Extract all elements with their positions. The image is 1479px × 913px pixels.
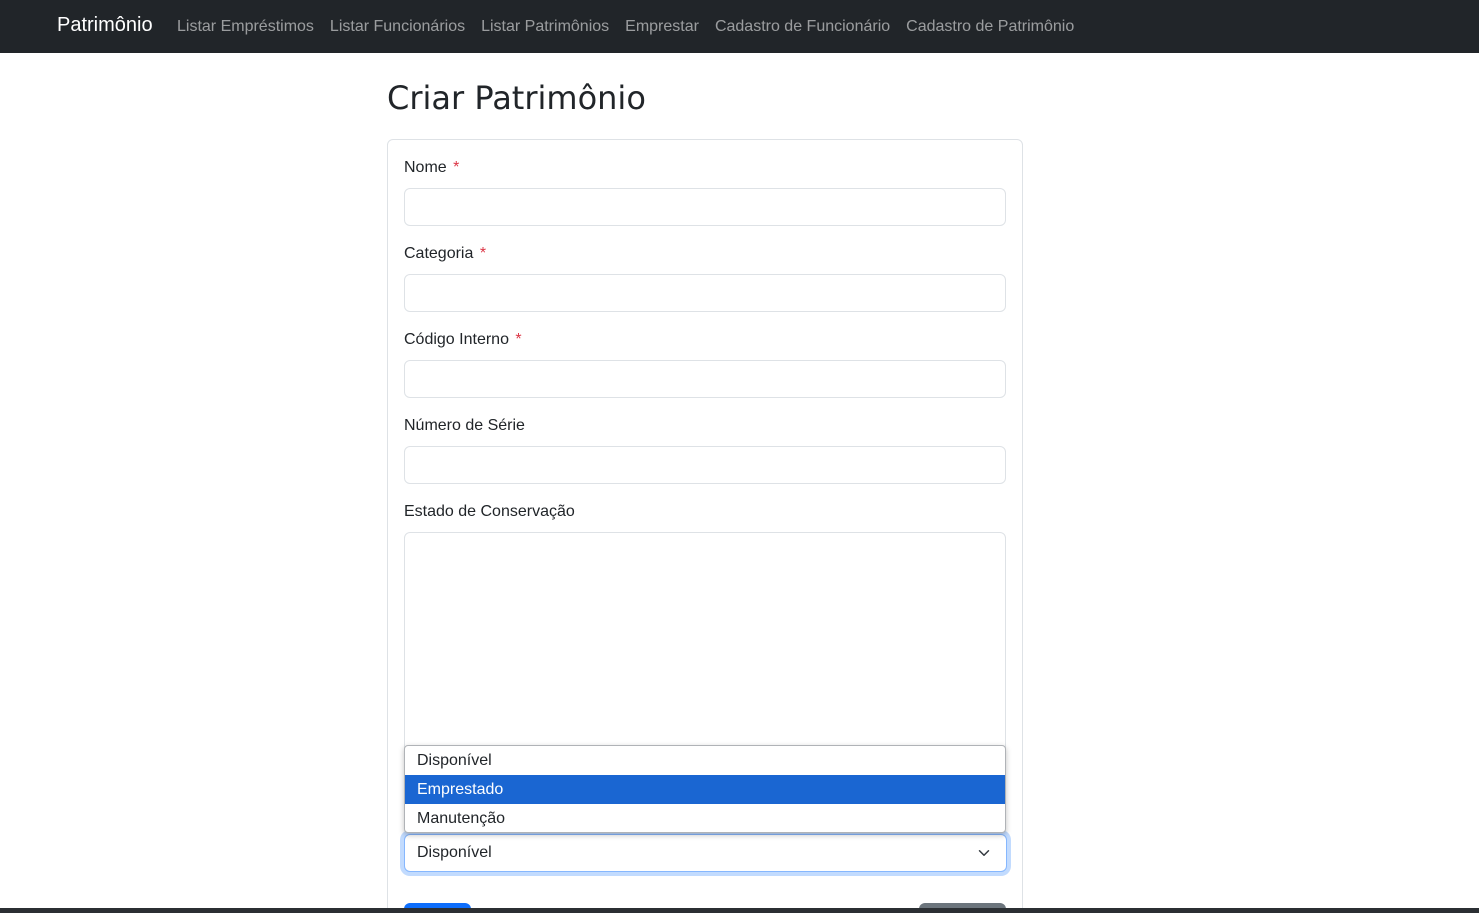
bottom-edge-bar — [0, 908, 1479, 913]
status-option-emprestado[interactable]: Emprestado — [405, 775, 1005, 804]
nome-label: Nome * — [404, 159, 459, 177]
status-option-manutencao[interactable]: Manutenção — [405, 804, 1005, 832]
top-navbar: Patrimônio Listar Empréstimos Listar Fun… — [0, 0, 1479, 53]
codigo-interno-input[interactable] — [404, 360, 1006, 398]
codigo-interno-label-text: Código Interno — [404, 331, 509, 348]
page-title: Criar Patrimônio — [387, 79, 646, 117]
nome-input[interactable] — [404, 188, 1006, 226]
nav-link-cadastro-patrimonio[interactable]: Cadastro de Patrimônio — [898, 18, 1082, 36]
nav-links: Listar Empréstimos Listar Funcionários L… — [169, 0, 1082, 53]
status-select[interactable]: Disponível — [404, 834, 1007, 872]
required-mark: * — [515, 331, 522, 348]
nav-link-listar-emprestimos[interactable]: Listar Empréstimos — [169, 18, 322, 36]
nav-link-emprestar[interactable]: Emprestar — [617, 18, 707, 36]
nome-label-text: Nome — [404, 159, 447, 176]
numero-serie-input[interactable] — [404, 446, 1006, 484]
nav-link-listar-patrimonios[interactable]: Listar Patrimônios — [473, 18, 617, 36]
status-select-value: Disponível — [417, 844, 492, 861]
status-option-disponivel[interactable]: Disponível — [405, 746, 1005, 775]
categoria-input[interactable] — [404, 274, 1006, 312]
required-mark: * — [479, 245, 487, 262]
chevron-down-icon — [978, 850, 990, 856]
numero-serie-label: Número de Série — [404, 417, 525, 434]
nav-link-cadastro-funcionario[interactable]: Cadastro de Funcionário — [707, 18, 898, 36]
status-dropdown-list: Disponível Emprestado Manutenção — [404, 745, 1006, 833]
nav-link-listar-funcionarios[interactable]: Listar Funcionários — [322, 18, 473, 36]
estado-conservacao-label: Estado de Conservação — [404, 503, 575, 520]
categoria-label: Categoria * — [404, 245, 486, 263]
codigo-interno-label: Código Interno * — [404, 331, 522, 349]
categoria-label-text: Categoria — [404, 245, 474, 262]
navbar-brand[interactable]: Patrimônio — [57, 14, 153, 37]
required-mark: * — [453, 159, 460, 176]
